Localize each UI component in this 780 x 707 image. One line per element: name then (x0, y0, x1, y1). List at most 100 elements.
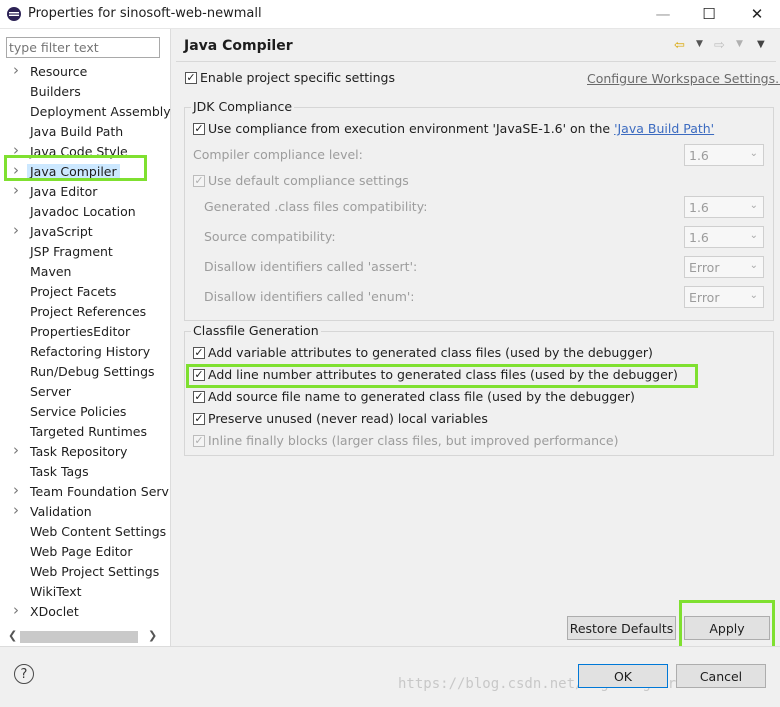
view-menu-icon[interactable]: ▼ (757, 39, 765, 50)
tree-item[interactable]: WikiText (0, 582, 165, 602)
tree-item[interactable]: Targeted Runtimes (0, 422, 165, 442)
ok-button[interactable]: OK (578, 664, 668, 688)
chevron-down-icon: ⌄ (749, 260, 758, 271)
page-title: Java Compiler (184, 38, 293, 54)
generated-compat-label: Generated .class files compatibility: (204, 199, 428, 214)
tree-horizontal-scrollbar[interactable]: ❮ ❯ (6, 629, 158, 645)
tree-item[interactable]: › JavaScript (0, 221, 165, 242)
tree-item[interactable]: › XDoclet (0, 601, 165, 622)
tree-item-label: JavaScript (30, 224, 93, 239)
tree-item[interactable]: › Validation (0, 501, 165, 522)
classfile-option-checkbox[interactable]: ✓ (193, 347, 205, 359)
tree-item[interactable]: Run/Debug Settings (0, 362, 165, 382)
tree-item[interactable]: Project Facets (0, 282, 165, 302)
disallow-assert-select[interactable]: Error ⌄ (684, 256, 764, 278)
tree-item[interactable]: PropertiesEditor (0, 322, 165, 342)
enable-project-settings-checkbox[interactable]: ✓ (185, 72, 197, 84)
left-panel: › Resource Builders Deployment Assembly Java… (0, 29, 171, 646)
chevron-right-icon[interactable]: › (13, 601, 19, 619)
tree-item[interactable]: Deployment Assembly (0, 102, 171, 122)
scrollbar-thumb[interactable] (20, 631, 138, 643)
chevron-down-icon: ⌄ (749, 230, 758, 241)
eclipse-app-icon (7, 7, 21, 21)
tree-item[interactable]: Web Page Editor (0, 542, 165, 562)
tree-item[interactable]: JSP Fragment (0, 242, 165, 262)
tree-item-label: Service Policies (30, 404, 127, 419)
compiler-level-label: Compiler compliance level: (193, 147, 363, 162)
back-arrow-icon[interactable]: ⇦ (674, 38, 685, 53)
tree-item-label: Validation (30, 504, 92, 519)
help-icon[interactable]: ? (14, 664, 34, 684)
classfile-option-checkbox[interactable]: ✓ (193, 435, 205, 447)
chevron-down-icon: ⌄ (749, 200, 758, 211)
classfile-option-label: Add source file name to generated class … (208, 389, 635, 404)
tree-item[interactable]: Server (0, 382, 165, 402)
tree-item[interactable]: Service Policies (0, 402, 165, 422)
tree-item-label: Web Project Settings (30, 564, 160, 579)
tree-item[interactable]: › Resource (0, 61, 165, 82)
chevron-right-icon[interactable]: › (13, 61, 19, 79)
tree-item[interactable]: Javadoc Location (0, 202, 165, 222)
chevron-right-icon[interactable]: › (13, 221, 19, 239)
chevron-right-icon[interactable]: › (13, 481, 19, 499)
tree-item-label: Builders (30, 84, 81, 99)
tree-item[interactable]: Refactoring History (0, 342, 165, 362)
tree-item-label: Deployment Assembly (30, 104, 171, 119)
close-button[interactable]: ✕ (734, 0, 780, 28)
source-compat-label: Source compatibility: (204, 229, 336, 244)
tree-item-label: Maven (30, 264, 72, 279)
scroll-left-icon[interactable]: ❮ (8, 629, 17, 642)
tree-item[interactable]: Project References (0, 302, 165, 322)
tree-item[interactable]: › Java Editor (0, 181, 165, 202)
tree-item[interactable]: Java Build Path (0, 122, 165, 142)
filter-input[interactable] (6, 37, 160, 58)
chevron-down-icon: ⌄ (749, 148, 758, 159)
tree-item[interactable]: Web Project Settings (0, 562, 165, 582)
chevron-right-icon[interactable]: › (13, 501, 19, 519)
tree-item-label: Run/Debug Settings (30, 364, 155, 379)
use-default-compliance-checkbox[interactable]: ✓ (193, 175, 205, 187)
page-navigation: ⇦ ▼ ⇨ ▼ ▼ (672, 38, 772, 56)
tree-item[interactable]: Web Content Settings (0, 522, 167, 542)
tree-item-label: Web Content Settings (30, 524, 167, 539)
generated-compat-select[interactable]: 1.6 ⌄ (684, 196, 764, 218)
minimize-button[interactable]: — (640, 0, 686, 28)
restore-defaults-button[interactable]: Restore Defaults (567, 616, 676, 640)
tree-item[interactable]: Maven (0, 262, 165, 282)
scroll-right-icon[interactable]: ❯ (148, 629, 157, 642)
window-title: Properties for sinosoft-web-newmall (28, 6, 262, 21)
tree-item-label: PropertiesEditor (30, 324, 131, 339)
source-compat-select[interactable]: 1.6 ⌄ (684, 226, 764, 248)
chevron-right-icon[interactable]: › (13, 181, 19, 199)
classfile-option-checkbox[interactable]: ✓ (193, 413, 205, 425)
tree-item[interactable]: Builders (0, 82, 165, 102)
jdk-compliance-title: JDK Compliance (191, 99, 295, 114)
classfile-option-label: Inline finally blocks (larger class file… (208, 433, 619, 448)
use-default-compliance-label: Use default compliance settings (208, 173, 409, 188)
tree-item[interactable]: Task Tags (0, 462, 165, 482)
tree-item[interactable]: › Task Repository (0, 441, 165, 462)
cancel-button[interactable]: Cancel (676, 664, 766, 688)
maximize-button[interactable]: ☐ (686, 0, 732, 28)
classfile-option-checkbox[interactable]: ✓ (193, 391, 205, 403)
tree-item-label: Javadoc Location (30, 204, 136, 219)
compiler-level-select[interactable]: 1.6 ⌄ (684, 144, 764, 166)
forward-arrow-icon[interactable]: ⇨ (714, 38, 725, 53)
forward-dropdown-icon[interactable]: ▼ (736, 39, 743, 49)
chevron-right-icon[interactable]: › (13, 441, 19, 459)
title-bar: Properties for sinosoft-web-newmall — ☐ … (0, 0, 780, 29)
tree-item-label: Web Page Editor (30, 544, 133, 559)
tree-item-label: Project Facets (30, 284, 117, 299)
back-dropdown-icon[interactable]: ▼ (696, 39, 703, 49)
tree-item-label: WikiText (30, 584, 82, 599)
tree-item-label: XDoclet (30, 604, 79, 619)
tree-item[interactable]: › Team Foundation Serv (0, 481, 169, 502)
tree-item-label: Java Editor (30, 184, 98, 199)
disallow-enum-select[interactable]: Error ⌄ (684, 286, 764, 308)
java-build-path-link[interactable]: 'Java Build Path' (614, 121, 714, 136)
configure-workspace-link[interactable]: Configure Workspace Settings... (587, 71, 780, 86)
highlight-box-line-number (186, 364, 698, 388)
disallow-enum-label: Disallow identifiers called 'enum': (204, 289, 415, 304)
highlight-box-java-compiler (4, 155, 147, 181)
use-compliance-checkbox[interactable]: ✓ (193, 123, 205, 135)
